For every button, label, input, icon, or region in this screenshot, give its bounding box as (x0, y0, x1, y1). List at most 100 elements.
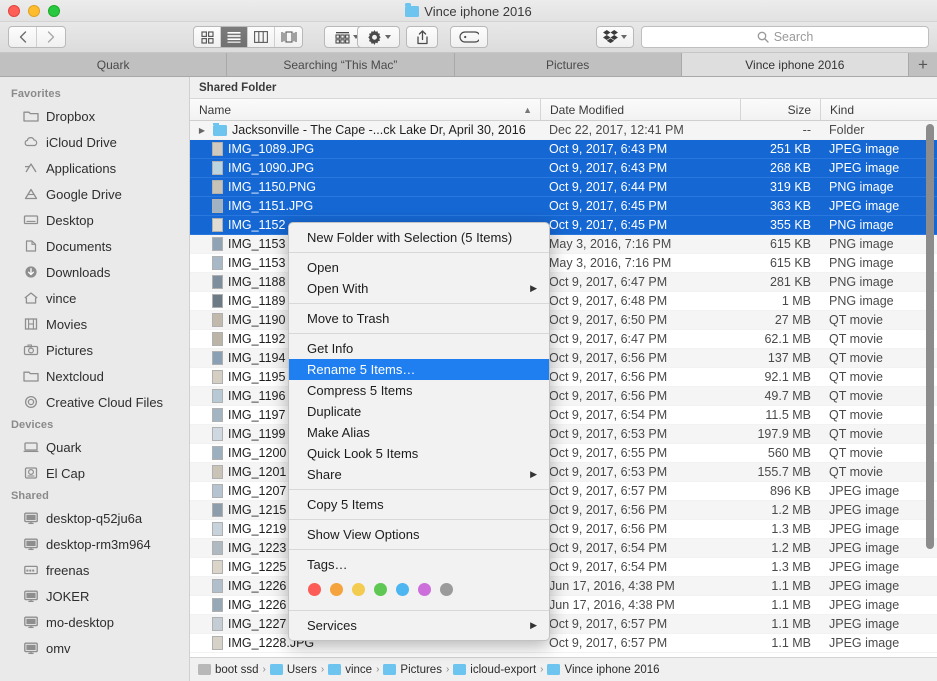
menu-separator (289, 549, 549, 550)
sidebar-item-applications[interactable]: Applications (0, 155, 189, 181)
tag-color-swatch-1[interactable] (330, 583, 343, 596)
sidebar-item-omv[interactable]: omv (0, 635, 189, 661)
column-header-kind[interactable]: Kind (820, 99, 937, 120)
vertical-scrollbar[interactable] (926, 124, 934, 549)
menu-separator (289, 252, 549, 253)
tag-button[interactable] (450, 26, 488, 48)
menu-item-make-alias[interactable]: Make Alias (289, 422, 549, 443)
path-segment-vince-iphone-2016[interactable]: Vince iphone 2016 (547, 664, 659, 676)
back-button[interactable] (9, 27, 37, 47)
table-row[interactable]: IMG_1089.JPGOct 9, 2017, 6:43 PM251 KBJP… (190, 140, 937, 159)
menu-item-rename-5-items[interactable]: Rename 5 Items… (289, 359, 549, 380)
sidebar-item-el-cap[interactable]: El Cap (0, 460, 189, 486)
file-thumbnail-icon (212, 408, 223, 422)
sidebar-item-movies[interactable]: Movies (0, 311, 189, 337)
share-button[interactable] (406, 26, 438, 48)
file-thumbnail-icon (212, 256, 223, 270)
sidebar-item-desktop-q52ju6a[interactable]: desktop-q52ju6a (0, 505, 189, 531)
sidebar-item-quark[interactable]: Quark (0, 434, 189, 460)
table-row[interactable]: IMG_1151.JPGOct 9, 2017, 6:45 PM363 KBJP… (190, 197, 937, 216)
file-size-cell: 155.7 MB (740, 465, 820, 479)
file-date-cell: Oct 9, 2017, 6:57 PM (540, 484, 740, 498)
table-row[interactable]: IMG_1150.PNGOct 9, 2017, 6:44 PM319 KBPN… (190, 178, 937, 197)
menu-item-share[interactable]: Share▶ (289, 464, 549, 485)
sidebar-item-vince[interactable]: vince (0, 285, 189, 311)
tag-color-swatch-6[interactable] (440, 583, 453, 596)
sidebar-item-joker[interactable]: JOKER (0, 583, 189, 609)
column-header-name[interactable]: Name ▲ (190, 99, 540, 120)
desktop-icon (22, 213, 39, 228)
tag-color-swatch-5[interactable] (418, 583, 431, 596)
menu-item-services[interactable]: Services▶ (289, 615, 549, 636)
tag-color-swatch-4[interactable] (396, 583, 409, 596)
gallery-view-button[interactable] (275, 27, 302, 47)
column-header-size[interactable]: Size (740, 99, 820, 120)
menu-item-move-to-trash[interactable]: Move to Trash (289, 308, 549, 329)
forward-button[interactable] (37, 27, 65, 47)
display-icon (22, 589, 39, 604)
sidebar-item-pictures[interactable]: Pictures (0, 337, 189, 363)
file-date-cell: Dec 22, 2017, 12:41 PM (540, 123, 740, 137)
sidebar-item-mo-desktop[interactable]: mo-desktop (0, 609, 189, 635)
tab-3[interactable]: Vince iphone 2016 (682, 53, 909, 76)
menu-item-new-folder-with-selection-5-items[interactable]: New Folder with Selection (5 Items) (289, 227, 549, 248)
sidebar-item-documents[interactable]: Documents (0, 233, 189, 259)
file-name-label: IMG_1090.JPG (228, 161, 314, 175)
file-size-cell: 615 KB (740, 237, 820, 251)
path-segment-boot-ssd[interactable]: boot ssd (198, 664, 258, 676)
path-segment-pictures[interactable]: Pictures (383, 664, 442, 676)
menu-item-copy-5-items[interactable]: Copy 5 Items (289, 494, 549, 515)
menu-item-quick-look-5-items[interactable]: Quick Look 5 Items (289, 443, 549, 464)
new-tab-button[interactable]: + (909, 53, 937, 76)
tab-0[interactable]: Quark (0, 53, 227, 76)
file-size-cell: 92.1 MB (740, 370, 820, 384)
search-field[interactable]: Search (641, 26, 929, 48)
sidebar-item-nextcloud[interactable]: Nextcloud (0, 363, 189, 389)
action-menu-button[interactable] (357, 26, 400, 48)
icon-view-button[interactable] (194, 27, 221, 47)
sidebar-item-dropbox[interactable]: Dropbox (0, 103, 189, 129)
path-segment-icloud-export[interactable]: icloud-export (453, 664, 536, 676)
column-view-button[interactable] (248, 27, 275, 47)
sidebar-item-freenas[interactable]: freenas (0, 557, 189, 583)
path-separator: › (446, 664, 449, 675)
dropbox-button[interactable] (596, 26, 634, 48)
tag-color-swatch-2[interactable] (352, 583, 365, 596)
sidebar-item-creative-cloud-files[interactable]: Creative Cloud Files (0, 389, 189, 415)
file-thumbnail-icon (212, 389, 223, 403)
sidebar-item-downloads[interactable]: Downloads (0, 259, 189, 285)
file-size-cell: 1.3 MB (740, 522, 820, 536)
sidebar-item-label: Documents (46, 239, 112, 254)
sidebar-item-google-drive[interactable]: Google Drive (0, 181, 189, 207)
disclosure-triangle-icon[interactable]: ▶ (197, 126, 207, 135)
menu-item-get-info[interactable]: Get Info (289, 338, 549, 359)
sidebar-item-desktop[interactable]: Desktop (0, 207, 189, 233)
menu-item-compress-5-items[interactable]: Compress 5 Items (289, 380, 549, 401)
shared-folder-bar: Shared Folder (190, 77, 937, 99)
menu-item-open[interactable]: Open (289, 257, 549, 278)
menu-item-duplicate[interactable]: Duplicate (289, 401, 549, 422)
menu-item-open-with[interactable]: Open With▶ (289, 278, 549, 299)
context-menu[interactable]: New Folder with Selection (5 Items) OpenO… (288, 222, 550, 641)
path-segment-vince[interactable]: vince (328, 664, 372, 676)
column-header-date-modified[interactable]: Date Modified (540, 99, 740, 120)
tab-1[interactable]: Searching “This Mac” (227, 53, 454, 76)
menu-item-label: Copy 5 Items (307, 497, 384, 512)
tag-color-swatches (289, 575, 549, 606)
tag-color-swatch-3[interactable] (374, 583, 387, 596)
sidebar-item-icloud-drive[interactable]: iCloud Drive (0, 129, 189, 155)
file-size-cell: 615 KB (740, 256, 820, 270)
menu-item-tags[interactable]: Tags… (289, 554, 549, 575)
list-view-button[interactable] (221, 27, 248, 47)
sidebar[interactable]: FavoritesDropboxiCloud DriveApplications… (0, 77, 190, 681)
menu-item-show-view-options[interactable]: Show View Options (289, 524, 549, 545)
path-segment-users[interactable]: Users (270, 664, 317, 676)
file-date-cell: Oct 9, 2017, 6:50 PM (540, 313, 740, 327)
tag-color-swatch-0[interactable] (308, 583, 321, 596)
file-kind-cell: PNG image (820, 256, 937, 270)
sidebar-item-desktop-rm3m964[interactable]: desktop-rm3m964 (0, 531, 189, 557)
table-row[interactable]: IMG_1090.JPGOct 9, 2017, 6:43 PM268 KBJP… (190, 159, 937, 178)
table-row[interactable]: ▶Jacksonville - The Cape -...ck Lake Dr,… (190, 121, 937, 140)
tab-2[interactable]: Pictures (455, 53, 682, 76)
file-kind-cell: JPEG image (820, 560, 937, 574)
